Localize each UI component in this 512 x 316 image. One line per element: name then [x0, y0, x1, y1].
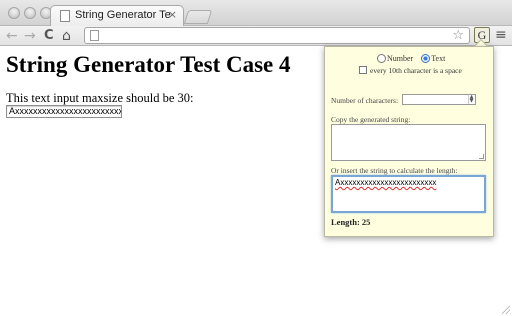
resize-grip-icon[interactable]: [479, 154, 484, 159]
num-chars-label: Number of characters:: [331, 96, 399, 105]
length-readout: Length: 25: [331, 217, 371, 227]
space-checkbox-label: every 10th character is a space: [370, 66, 462, 75]
insert-string-label: Or insert the string to calculate the le…: [331, 166, 458, 175]
num-chars-input[interactable]: ▲ ▼: [402, 94, 476, 105]
reload-icon[interactable]: C: [44, 27, 54, 45]
copy-string-label: Copy the generated string:: [331, 115, 411, 124]
number-stepper[interactable]: ▲ ▼: [468, 95, 474, 104]
page-description: This text input maxsize should be 30:: [6, 91, 194, 105]
tab-close-icon[interactable]: ×: [168, 8, 177, 21]
back-arrow-icon[interactable]: ←: [6, 27, 18, 45]
insert-string-textarea[interactable]: Axxxxxxxxxxxxxxxxxxxxxxxx: [331, 175, 486, 213]
page-icon: [60, 10, 70, 22]
browser-tab[interactable]: String Generator Test Case ×: [50, 5, 184, 26]
forward-arrow-icon[interactable]: →: [24, 27, 36, 45]
window-titlebar: String Generator Test Case ×: [0, 0, 512, 26]
minimize-window-button[interactable]: [24, 7, 36, 19]
bookmark-star-icon[interactable]: ☆: [452, 28, 464, 43]
tab-title: String Generator Test Case: [75, 9, 171, 21]
radio-number-label: Number: [387, 54, 414, 63]
string-generator-popup: Number Text every 10th character is a sp…: [324, 46, 494, 237]
test-text-input[interactable]: Axxxxxxxxxxxxxxxxxxxxxxxx: [6, 105, 122, 118]
radio-text-label: Text: [431, 54, 446, 63]
home-icon[interactable]: ⌂: [62, 27, 71, 45]
space-checkbox[interactable]: [359, 66, 367, 74]
page-title: String Generator Test Case 4: [6, 52, 291, 77]
window-resize-icon[interactable]: [502, 306, 510, 314]
space-checkbox-row: every 10th character is a space: [359, 66, 462, 75]
radio-text[interactable]: [421, 54, 431, 63]
page-icon: [90, 30, 99, 41]
address-bar[interactable]: ☆: [84, 27, 470, 44]
browser-toolbar: ← → C ⌂ ☆ G ≡: [0, 26, 512, 46]
new-tab-button[interactable]: [183, 10, 213, 24]
generated-string-textarea[interactable]: [331, 124, 486, 161]
menu-icon[interactable]: ≡: [495, 27, 507, 43]
radio-number[interactable]: [377, 54, 386, 63]
close-window-button[interactable]: [8, 7, 20, 19]
mode-radio-group: Number Text: [377, 54, 451, 63]
